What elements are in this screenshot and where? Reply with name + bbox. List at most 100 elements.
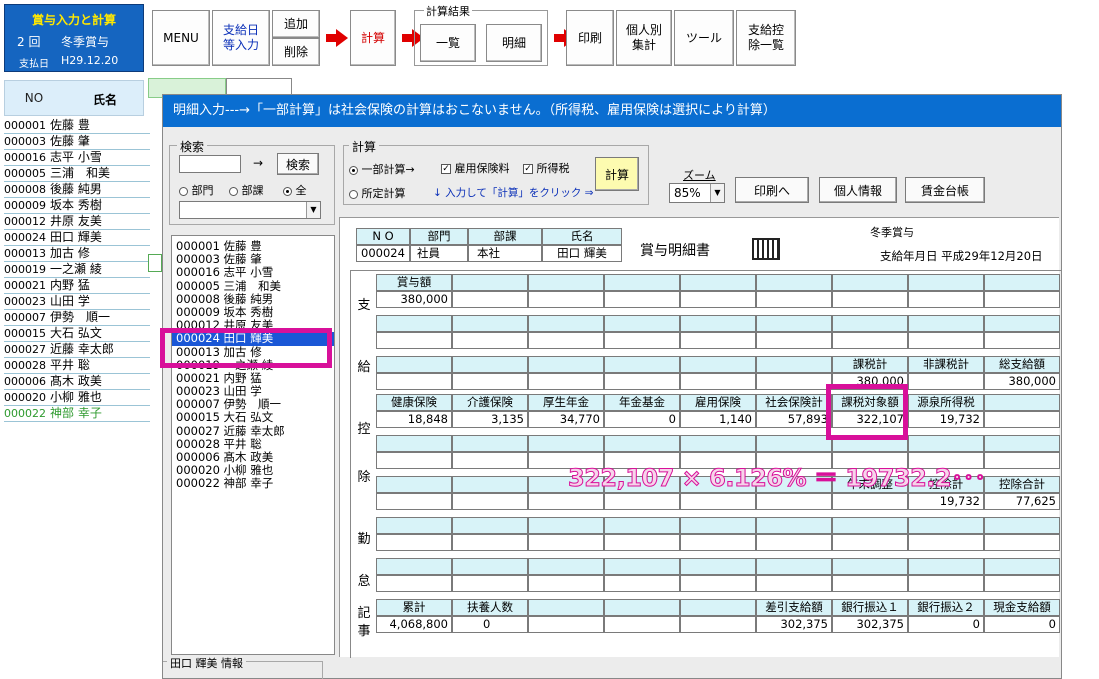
chevron-down-icon[interactable]: ▼ (710, 184, 724, 202)
slip-input-cell[interactable] (984, 332, 1060, 349)
employee-row[interactable]: 000023 山田 学 (4, 294, 150, 310)
slip-input-cell[interactable] (528, 616, 604, 633)
slip-input-cell[interactable] (376, 452, 452, 469)
slip-input-cell[interactable] (984, 274, 1060, 291)
slip-input-cell[interactable] (680, 493, 756, 510)
name-list-item[interactable]: 000020 小柳 雅也 (172, 464, 334, 477)
slip-input-cell[interactable] (604, 599, 680, 616)
delete-button[interactable]: 削除 (272, 38, 320, 66)
slip-input-cell[interactable] (832, 558, 908, 575)
employee-row[interactable]: 000021 内野 猛 (4, 278, 150, 294)
employee-row[interactable]: 000012 井原 友美 (4, 214, 150, 230)
slip-input-cell[interactable] (908, 558, 984, 575)
slip-input-cell[interactable] (452, 373, 528, 390)
slip-input-cell[interactable] (756, 435, 832, 452)
slip-input-cell[interactable] (376, 356, 452, 373)
slip-input-cell[interactable] (680, 356, 756, 373)
employee-name-list[interactable]: 000001 佐藤 豊 000003 佐藤 肇 000016 志平 小雪 000005… (171, 235, 335, 655)
slip-input-cell[interactable] (452, 558, 528, 575)
slip-input-cell[interactable] (528, 332, 604, 349)
name-list-item[interactable]: 000023 山田 学 (172, 385, 334, 398)
employee-row[interactable]: 000015 大石 弘文 (4, 326, 150, 342)
slip-input-cell[interactable] (604, 373, 680, 390)
slip-input-cell[interactable] (908, 517, 984, 534)
slip-input-cell[interactable] (908, 575, 984, 592)
slip-input-cell[interactable] (376, 476, 452, 493)
menu-button[interactable]: MENU (152, 10, 210, 66)
slip-input-cell[interactable] (908, 534, 984, 551)
slip-input-cell[interactable] (680, 558, 756, 575)
employee-row[interactable]: 000009 坂本 秀樹 (4, 198, 150, 214)
employee-row[interactable]: 000024 田口 輝美 (4, 230, 150, 246)
slip-input-cell[interactable] (680, 517, 756, 534)
slip-input-cell[interactable] (604, 493, 680, 510)
employee-row[interactable]: 000027 近藤 幸太郎 (4, 342, 150, 358)
slip-input-cell[interactable] (376, 534, 452, 551)
slip-input-cell[interactable] (908, 291, 984, 308)
slip-input-cell[interactable] (984, 315, 1060, 332)
slip-input-cell[interactable] (452, 274, 528, 291)
name-list-item[interactable]: 000008 後藤 純男 (172, 293, 334, 306)
slip-input-cell[interactable] (756, 373, 832, 390)
slip-input-cell[interactable] (452, 534, 528, 551)
slip-input-cell[interactable] (452, 435, 528, 452)
employee-row[interactable]: 000008 後藤 純男 (4, 182, 150, 198)
slip-input-cell[interactable] (604, 517, 680, 534)
slip-input-cell[interactable] (528, 356, 604, 373)
slip-input-cell[interactable] (984, 435, 1060, 452)
slip-input-cell[interactable] (528, 517, 604, 534)
check-income-tax[interactable]: ✓ 所得税 (523, 160, 570, 176)
slip-input-cell[interactable] (452, 291, 528, 308)
slip-input-cell[interactable] (376, 332, 452, 349)
slip-input-cell[interactable] (680, 435, 756, 452)
slip-input-cell[interactable] (528, 274, 604, 291)
slip-input-cell[interactable] (908, 332, 984, 349)
name-list-item[interactable]: 000015 大石 弘文 (172, 411, 334, 424)
slip-input-cell[interactable] (680, 534, 756, 551)
slip-input-cell[interactable] (604, 332, 680, 349)
slip-input-cell[interactable] (756, 291, 832, 308)
employee-row[interactable]: 000001 佐藤 豊 (4, 118, 150, 134)
radio-all[interactable]: 全 (283, 182, 307, 198)
slip-input-cell[interactable] (376, 558, 452, 575)
slip-input-cell[interactable] (528, 558, 604, 575)
name-list-item[interactable]: 000006 髙木 政美 (172, 451, 334, 464)
slip-input-cell[interactable] (756, 575, 832, 592)
name-list-item[interactable]: 000016 志平 小雪 (172, 266, 334, 279)
employee-row[interactable]: 000022 神部 幸子 (4, 406, 150, 422)
slip-input-cell[interactable] (680, 274, 756, 291)
slip-input-cell[interactable] (528, 373, 604, 390)
slip-input-cell[interactable] (680, 575, 756, 592)
calc-button[interactable]: 計算 (350, 10, 396, 66)
name-list-item[interactable]: 000021 内野 猛 (172, 372, 334, 385)
name-list-item[interactable]: 000007 伊勢 順一 (172, 398, 334, 411)
radio-section[interactable]: 部課 (229, 182, 264, 198)
slip-input-cell[interactable] (908, 435, 984, 452)
slip-input-cell[interactable] (452, 476, 528, 493)
slip-input-cell[interactable] (984, 534, 1060, 551)
slip-input-cell[interactable] (832, 517, 908, 534)
search-button[interactable]: 検索 (277, 153, 319, 175)
slip-input-cell[interactable] (984, 411, 1060, 428)
name-list-item[interactable]: 000003 佐藤 肇 (172, 253, 334, 266)
slip-input-cell[interactable] (680, 332, 756, 349)
slip-input-cell[interactable] (376, 517, 452, 534)
slip-input-cell[interactable] (452, 517, 528, 534)
employee-row[interactable]: 000005 三浦 和美 (4, 166, 150, 182)
slip-input-cell[interactable] (832, 493, 908, 510)
slip-input-cell[interactable] (452, 493, 528, 510)
zoom-select[interactable]: 85% ▼ (669, 183, 725, 203)
slip-input-cell[interactable] (756, 315, 832, 332)
name-list-item[interactable]: 000005 三浦 和美 (172, 280, 334, 293)
pay-date-input-button[interactable]: 支給日 等入力 (212, 10, 270, 66)
slip-input-cell[interactable] (528, 575, 604, 592)
search-input[interactable] (179, 155, 241, 173)
slip-input-cell[interactable] (984, 517, 1060, 534)
slip-input-cell[interactable] (452, 356, 528, 373)
name-list-item[interactable]: 000022 神部 幸子 (172, 477, 334, 490)
name-list-item[interactable]: 000028 平井 聡 (172, 438, 334, 451)
slip-input-cell[interactable] (984, 452, 1060, 469)
employee-row[interactable]: 000006 髙木 政美 (4, 374, 150, 390)
slip-input-cell[interactable] (756, 493, 832, 510)
slip-input-cell[interactable] (984, 575, 1060, 592)
